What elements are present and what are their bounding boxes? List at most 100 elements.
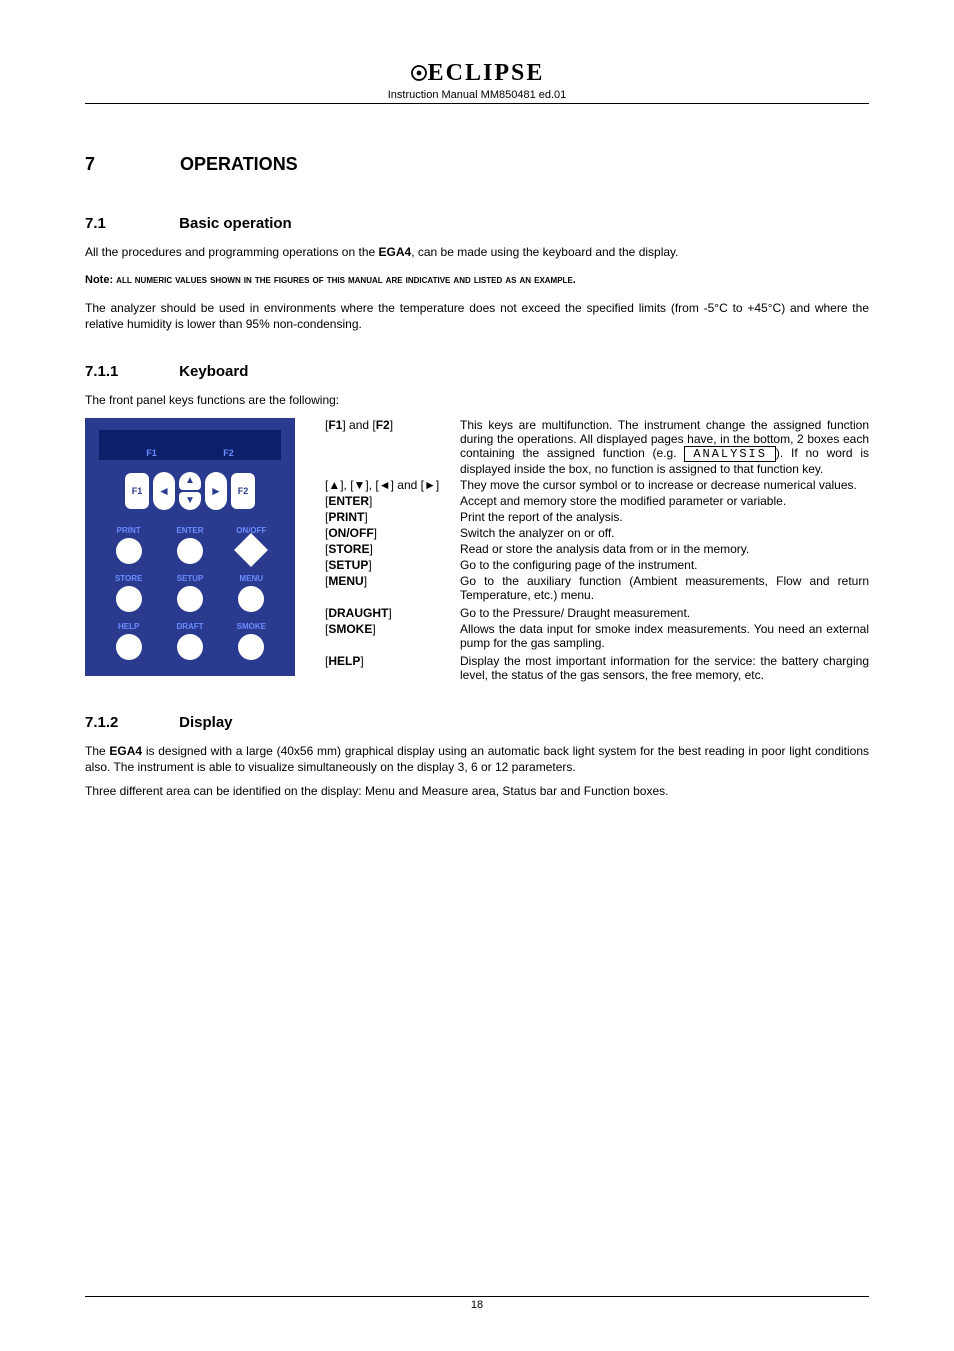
key-desc-row: [ENTER]Accept and memory store the modif… xyxy=(325,494,869,508)
text-fragment: , can be made using the keyboard and the… xyxy=(411,245,678,259)
key-name: [PRINT] xyxy=(325,510,460,524)
brand-logo: ECLIPSE xyxy=(410,60,545,87)
key-name: [STORE] xyxy=(325,542,460,556)
panel-button-label: SMOKE xyxy=(237,622,266,631)
left-arrow-key[interactable]: ◄ xyxy=(153,472,175,510)
text-fragment: is designed with a large (40x56 mm) grap… xyxy=(85,744,869,774)
key-name: [▲], [▼], [◄] and [►] xyxy=(325,478,460,492)
para-7-1-2-intro: The EGA4 is designed with a large (40x56… xyxy=(85,743,869,775)
panel-button-cell: SMOKE xyxy=(228,622,275,660)
panel-button-label: SETUP xyxy=(177,574,204,583)
key-description: Switch the analyzer on or off. xyxy=(460,526,869,540)
menu-button[interactable] xyxy=(238,586,264,612)
key-desc-row: [ON/OFF]Switch the analyzer on or off. xyxy=(325,526,869,540)
key-description: Print the report of the analysis. xyxy=(460,510,869,524)
text-fragment: The xyxy=(85,744,109,758)
draft-button[interactable] xyxy=(177,634,203,660)
key-desc-row: [▲], [▼], [◄] and [►]They move the curso… xyxy=(325,478,869,492)
panel-button-label: DRAFT xyxy=(176,622,203,631)
panel-button-cell: ON/OFF xyxy=(228,526,275,564)
para-7-1-intro: All the procedures and programming opera… xyxy=(85,244,869,260)
panel-button-cell: MENU xyxy=(228,574,275,612)
smoke-button[interactable] xyxy=(238,634,264,660)
section-title: OPERATIONS xyxy=(180,154,298,174)
setup-button[interactable] xyxy=(177,586,203,612)
subsection-title: Display xyxy=(179,714,232,731)
key-name: [HELP] xyxy=(325,654,460,682)
section-number: 7 xyxy=(85,154,175,175)
text-fragment: All the procedures and programming opera… xyxy=(85,245,379,259)
product-name: EGA4 xyxy=(379,245,412,259)
note-text: all numeric values shown in the figures … xyxy=(116,274,576,286)
key-description: Allows the data input for smoke index me… xyxy=(460,622,869,650)
key-description: Go to the configuring page of the instru… xyxy=(460,558,869,572)
subsection-title: Basic operation xyxy=(179,215,292,232)
key-name: [ON/OFF] xyxy=(325,526,460,540)
logo-mark-icon xyxy=(410,64,428,82)
right-arrow-key[interactable]: ► xyxy=(205,472,227,510)
page-number: 18 xyxy=(471,1299,483,1311)
page-footer: 18 xyxy=(85,1296,869,1311)
key-name: [MENU] xyxy=(325,574,460,602)
para-7-1-env: The analyzer should be used in environme… xyxy=(85,300,869,332)
key-description: This keys are multifunction. The instrum… xyxy=(460,418,869,476)
panel-button-label: PRINT xyxy=(117,526,141,535)
button-grid: PRINT ENTER ON/OFF STORE SETUP MENU HELP DRAFT S… xyxy=(95,526,285,660)
on-off-button[interactable] xyxy=(234,533,268,567)
store-button[interactable] xyxy=(116,586,142,612)
section-heading: 7 OPERATIONS xyxy=(85,154,869,175)
key-desc-row: [SMOKE]Allows the data input for smoke i… xyxy=(325,622,869,650)
f1-key[interactable]: F1 xyxy=(125,473,149,509)
lcd-f2-label: F2 xyxy=(223,448,234,458)
key-description: Display the most important information f… xyxy=(460,654,869,682)
key-name: [ENTER] xyxy=(325,494,460,508)
subsection-title: Keyboard xyxy=(179,363,248,380)
lcd-f1-label: F1 xyxy=(146,448,157,458)
panel-button-label: ENTER xyxy=(176,526,203,535)
panel-button-cell: PRINT xyxy=(105,526,152,564)
key-description: They move the cursor symbol or to increa… xyxy=(460,478,869,492)
help-button[interactable] xyxy=(116,634,142,660)
panel-button-cell: ENTER xyxy=(166,526,213,564)
f2-key[interactable]: F2 xyxy=(231,473,255,509)
lcd-display: F1 F2 xyxy=(99,430,281,460)
panel-button-label: STORE xyxy=(115,574,142,583)
device-front-panel: F1 F2 F1 ◄ ▲ ▼ ► F2 PRINT ENTER ON/OFF STOR… xyxy=(85,418,295,676)
function-box-example: ANALYSIS xyxy=(684,446,776,462)
panel-button-cell: DRAFT xyxy=(166,622,213,660)
header-subtitle: Instruction Manual MM850481 ed.01 xyxy=(85,89,869,104)
down-arrow-key[interactable]: ▼ xyxy=(179,492,201,510)
panel-button-cell: STORE xyxy=(105,574,152,612)
product-name: EGA4 xyxy=(109,744,142,758)
panel-button-label: MENU xyxy=(240,574,264,583)
note-line: Note: all numeric values shown in the fi… xyxy=(85,274,869,286)
brand-text: ECLIPSE xyxy=(428,60,545,86)
key-desc-row: [PRINT]Print the report of the analysis. xyxy=(325,510,869,524)
subsection-number: 7.1.2 xyxy=(85,714,175,731)
para-7-1-2-areas: Three different area can be identified o… xyxy=(85,783,869,799)
key-name: [DRAUGHT] xyxy=(325,606,460,620)
key-desc-row: [STORE]Read or store the analysis data f… xyxy=(325,542,869,556)
subsection-7-1-heading: 7.1 Basic operation xyxy=(85,215,869,232)
key-name: [F1] and [F2] xyxy=(325,418,460,476)
para-7-1-1-intro: The front panel keys functions are the f… xyxy=(85,392,869,408)
key-name: [SMOKE] xyxy=(325,622,460,650)
key-description: Go to the Pressure/ Draught measurement. xyxy=(460,606,869,620)
panel-button-cell: SETUP xyxy=(166,574,213,612)
key-name: [SETUP] xyxy=(325,558,460,572)
key-description-table: [F1] and [F2]This keys are multifunction… xyxy=(325,418,869,684)
panel-button-label: HELP xyxy=(118,622,139,631)
key-description: Go to the auxiliary function (Ambient me… xyxy=(460,574,869,602)
key-desc-row: [F1] and [F2]This keys are multifunction… xyxy=(325,418,869,476)
key-description: Accept and memory store the modified par… xyxy=(460,494,869,508)
key-description: Read or store the analysis data from or … xyxy=(460,542,869,556)
page-header: ECLIPSE xyxy=(85,60,869,87)
key-desc-row: [DRAUGHT]Go to the Pressure/ Draught mea… xyxy=(325,606,869,620)
enter-button[interactable] xyxy=(177,538,203,564)
subsection-number: 7.1.1 xyxy=(85,363,175,380)
nav-keys-row: F1 ◄ ▲ ▼ ► F2 xyxy=(95,472,285,510)
up-arrow-key[interactable]: ▲ xyxy=(179,472,201,490)
note-label: Note: xyxy=(85,274,116,286)
panel-button-cell: HELP xyxy=(105,622,152,660)
print-button[interactable] xyxy=(116,538,142,564)
